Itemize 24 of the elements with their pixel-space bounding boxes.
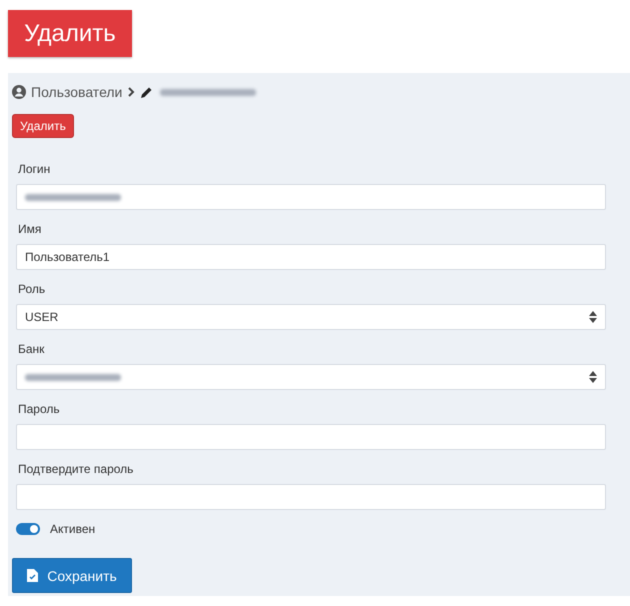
input-field[interactable]: Пользователь1 [16, 244, 606, 270]
input-field[interactable] [16, 184, 606, 210]
document-icon [27, 569, 38, 582]
breadcrumb-link[interactable]: Пользователи [31, 84, 122, 100]
toggle-label: Активен [50, 522, 96, 536]
pencil-icon [140, 86, 154, 98]
user-icon [12, 85, 26, 99]
field-label: Банк [17, 342, 46, 356]
field-label: Подтвердите пароль [17, 462, 134, 476]
toggle-switch[interactable] [16, 523, 40, 535]
save-button[interactable]: Сохранить [12, 558, 132, 593]
password-field[interactable] [16, 424, 606, 450]
field-label: Логин [17, 162, 52, 176]
delete-button[interactable]: Удалить [8, 10, 132, 57]
password-field[interactable] [16, 484, 606, 510]
sort-arrows-icon [589, 371, 597, 383]
sort-arrows-icon [589, 311, 597, 323]
field-label: Имя [17, 222, 42, 236]
select-field[interactable]: USER [16, 304, 606, 330]
field-label: Пароль [17, 402, 61, 416]
field-label: Роль [17, 282, 46, 296]
delete-button[interactable]: Удалить [12, 114, 74, 138]
chevron-icon [127, 87, 136, 97]
select-field[interactable] [16, 364, 606, 390]
